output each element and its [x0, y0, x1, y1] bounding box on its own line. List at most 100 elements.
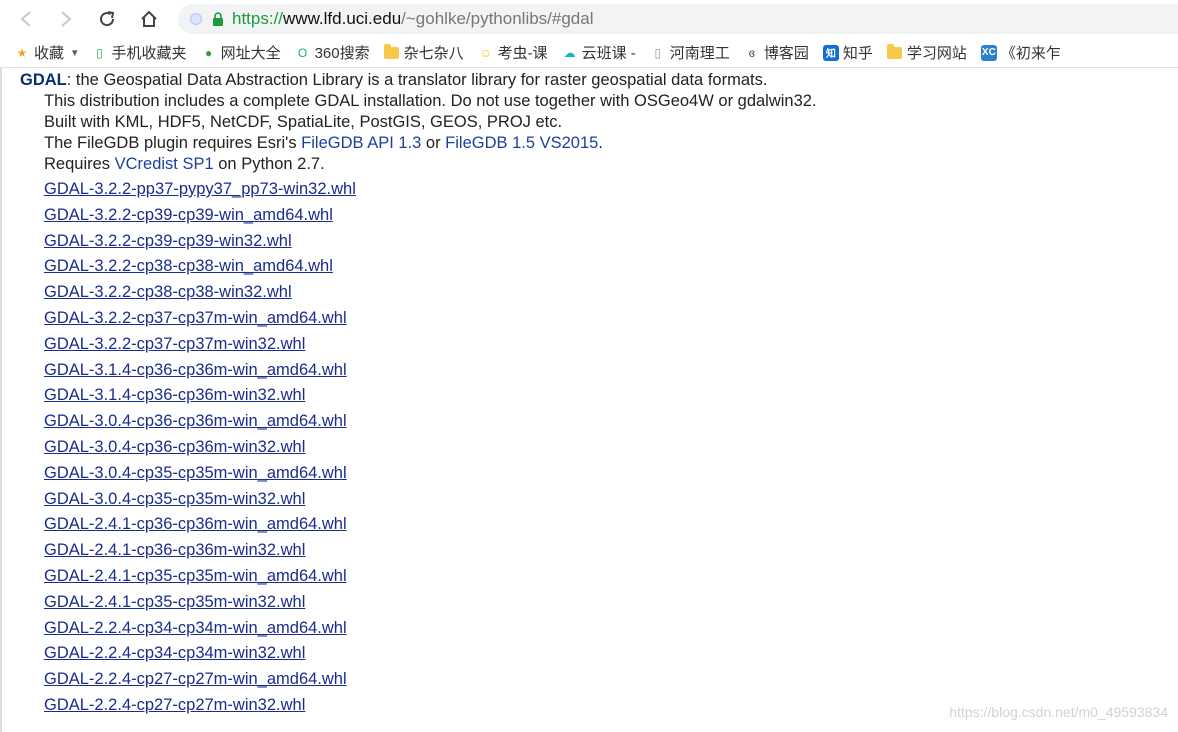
gdal-intro-text: : the Geospatial Data Abstraction Librar… [66, 71, 768, 89]
wheel-download-link[interactable]: GDAL-2.4.1-cp36-cp36m-win32.whl [44, 541, 305, 559]
wheel-download-link[interactable]: GDAL-2.2.4-cp27-cp27m-win32.whl [44, 696, 305, 714]
wheel-download-link[interactable]: GDAL-3.2.2-cp37-cp37m-win32.whl [44, 335, 305, 353]
phone-icon: ▯ [96, 45, 103, 60]
list-item: GDAL-3.1.4-cp36-cp36m-win_amd64.whl [44, 358, 356, 384]
desc-line-3-mid: or [421, 134, 446, 152]
list-item: GDAL-3.1.4-cp36-cp36m-win32.whl [44, 383, 356, 409]
wheel-download-link[interactable]: GDAL-2.2.4-cp27-cp27m-win_amd64.whl [44, 670, 347, 688]
url-scheme: https:// [232, 9, 284, 28]
bookmark-label: 学习网站 [906, 45, 967, 62]
wheel-download-link[interactable]: GDAL-3.0.4-cp35-cp35m-win32.whl [44, 490, 305, 508]
wheel-download-link[interactable]: GDAL-3.2.2-pp37-pypy37_pp73-win32.whl [44, 180, 356, 198]
list-item: GDAL-2.2.4-cp27-cp27m-win_amd64.whl [44, 667, 356, 693]
desc-line-3-pre: The FileGDB plugin requires Esri's [44, 134, 302, 152]
list-item: GDAL-2.2.4-cp34-cp34m-win32.whl [44, 641, 356, 667]
back-arrow-icon[interactable] [13, 6, 39, 32]
home-icon[interactable] [136, 6, 162, 32]
bookmark-label: 杂七杂八 [403, 45, 464, 62]
wheel-download-link[interactable]: GDAL-2.4.1-cp36-cp36m-win_amd64.whl [44, 515, 347, 533]
folder-icon [887, 43, 903, 61]
list-item: GDAL-3.2.2-cp38-cp38-win32.whl [44, 280, 356, 306]
bookmark-label: 收藏 [34, 45, 65, 62]
filegdb-vs2015-link[interactable]: FileGDB 1.5 VS2015 [445, 134, 598, 152]
desc-line-4-pre: Requires [44, 155, 115, 173]
bookmark-item[interactable]: ɞ 博客园 [744, 42, 809, 63]
chevron-down-icon[interactable]: ▾ [72, 46, 78, 59]
list-item: GDAL-3.0.4-cp36-cp36m-win32.whl [44, 435, 356, 461]
list-item: GDAL-2.4.1-cp36-cp36m-win32.whl [44, 538, 356, 564]
reload-icon[interactable] [94, 6, 120, 32]
bookmark-item[interactable]: XC 《初来乍 [980, 42, 1061, 63]
wheel-download-link[interactable]: GDAL-2.2.4-cp34-cp34m-win32.whl [44, 644, 305, 662]
vcredist-link[interactable]: VCredist SP1 [115, 155, 214, 173]
wheel-download-link[interactable]: GDAL-2.2.4-cp34-cp34m-win_amd64.whl [44, 619, 347, 637]
browser-toolbar: https://www.lfd.uci.edu/~gohlke/pythonli… [0, 0, 1178, 38]
wheel-download-link[interactable]: GDAL-3.0.4-cp35-cp35m-win_amd64.whl [44, 464, 347, 482]
wheel-download-link[interactable]: GDAL-3.2.2-cp39-cp39-win_amd64.whl [44, 206, 333, 224]
desc-line-4-post: on Python 2.7. [213, 155, 325, 173]
gdal-intro: GDAL: the Geospatial Data Abstraction Li… [20, 70, 767, 91]
bookmark-item[interactable]: ● 网址大全 [201, 42, 281, 63]
cloud-icon: ☁ [563, 45, 576, 60]
bookmark-item[interactable]: ☺ 考虫-课 [478, 42, 548, 63]
wheel-download-link[interactable]: GDAL-3.2.2-cp37-cp37m-win_amd64.whl [44, 309, 347, 327]
watermark: https://blog.csdn.net/m0_49593834 [949, 704, 1168, 720]
bookmark-label: 网址大全 [220, 45, 281, 62]
wheel-download-link[interactable]: GDAL-3.1.4-cp36-cp36m-win_amd64.whl [44, 361, 347, 379]
list-item: GDAL-2.4.1-cp35-cp35m-win32.whl [44, 590, 356, 616]
bookmark-item[interactable]: ☁ 云班课 - [562, 42, 636, 63]
zhihu-icon: 知 [822, 44, 839, 61]
bookmark-label: 手机收藏夹 [111, 45, 187, 62]
bookmark-item[interactable]: 杂七杂八 [384, 42, 464, 63]
bookmark-label: 知乎 [842, 45, 873, 62]
list-item: GDAL-3.2.2-cp39-cp39-win32.whl [44, 229, 356, 255]
wheel-file-list: GDAL-3.2.2-pp37-pypy37_pp73-win32.whl GDA… [44, 177, 356, 719]
wheel-download-link[interactable]: GDAL-2.4.1-cp35-cp35m-win32.whl [44, 593, 305, 611]
bookmark-label: 《初来乍 [1000, 45, 1061, 62]
wheel-download-link[interactable]: GDAL-3.2.2-cp38-cp38-win_amd64.whl [44, 257, 333, 275]
bookmark-item[interactable]: 知知乎 [822, 42, 873, 63]
bookmark-item[interactable]: O 360搜索 [295, 42, 370, 63]
bookmark-label: 博客园 [763, 45, 809, 62]
bookmark-label: 云班课 - [581, 45, 636, 62]
bookmark-label: 考虫-课 [497, 45, 548, 62]
wheel-download-link[interactable]: GDAL-3.2.2-cp38-cp38-win32.whl [44, 283, 292, 301]
bookmarks-bar: ★ 收藏 ▾ ▯ 手机收藏夹 ● 网址大全 O 360搜索 杂七杂八 ☺ 考虫-课 ☁ 云班课 - ▯ 河南理… [0, 38, 1178, 68]
bookmark-label: 360搜索 [314, 45, 370, 62]
bookmark-item[interactable]: ▯ 河南理工 [650, 42, 729, 63]
address-bar[interactable]: https://www.lfd.uci.edu/~gohlke/pythonli… [178, 4, 1178, 34]
desc-line-3-post: . [598, 134, 603, 152]
lock-icon [213, 12, 223, 26]
wheel-download-link[interactable]: GDAL-3.2.2-cp39-cp39-win32.whl [44, 232, 292, 250]
bookmark-item[interactable]: ★ 收藏 [14, 42, 64, 63]
list-item: GDAL-3.2.2-cp38-cp38-win_amd64.whl [44, 254, 356, 280]
list-item: GDAL-2.2.4-cp34-cp34m-win_amd64.whl [44, 616, 356, 642]
wheel-download-link[interactable]: GDAL-3.1.4-cp36-cp36m-win32.whl [44, 386, 305, 404]
gdal-description: This distribution includes a complete GD… [44, 91, 817, 175]
desc-line-4: Requires VCredist SP1 on Python 2.7. [44, 154, 817, 175]
url-text[interactable]: https://www.lfd.uci.edu/~gohlke/pythonli… [232, 9, 594, 29]
list-item: GDAL-2.2.4-cp27-cp27m-win32.whl [44, 693, 356, 719]
folder-icon [384, 43, 400, 61]
bookmark-item[interactable]: ▯ 手机收藏夹 [92, 42, 187, 63]
gdal-link[interactable]: GDAL [20, 71, 67, 89]
forward-arrow-icon[interactable] [53, 6, 79, 32]
list-item: GDAL-3.2.2-cp39-cp39-win_amd64.whl [44, 203, 356, 229]
search-o-icon: O [297, 45, 308, 60]
list-item: GDAL-2.4.1-cp35-cp35m-win_amd64.whl [44, 564, 356, 590]
star-icon: ★ [16, 45, 28, 60]
filegdb-api-link[interactable]: FileGDB API 1.3 [301, 134, 421, 152]
list-item: GDAL-2.4.1-cp36-cp36m-win_amd64.whl [44, 512, 356, 538]
page-icon: ▯ [654, 45, 662, 60]
wheel-download-link[interactable]: GDAL-3.0.4-cp36-cp36m-win32.whl [44, 438, 305, 456]
list-item: GDAL-3.0.4-cp35-cp35m-win_amd64.whl [44, 461, 356, 487]
list-item: GDAL-3.2.2-cp37-cp37m-win32.whl [44, 332, 356, 358]
wheel-download-link[interactable]: GDAL-2.4.1-cp35-cp35m-win_amd64.whl [44, 567, 347, 585]
bookmark-item[interactable]: 学习网站 [887, 42, 967, 63]
url-host: www.lfd.uci.edu [283, 9, 402, 28]
site-info-icon[interactable] [190, 13, 202, 25]
globe-icon: ● [204, 45, 213, 60]
wheel-download-link[interactable]: GDAL-3.0.4-cp36-cp36m-win_amd64.whl [44, 412, 347, 430]
desc-line-2: Built with KML, HDF5, NetCDF, SpatiaLite… [44, 113, 563, 131]
list-item: GDAL-3.0.4-cp36-cp36m-win_amd64.whl [44, 409, 356, 435]
